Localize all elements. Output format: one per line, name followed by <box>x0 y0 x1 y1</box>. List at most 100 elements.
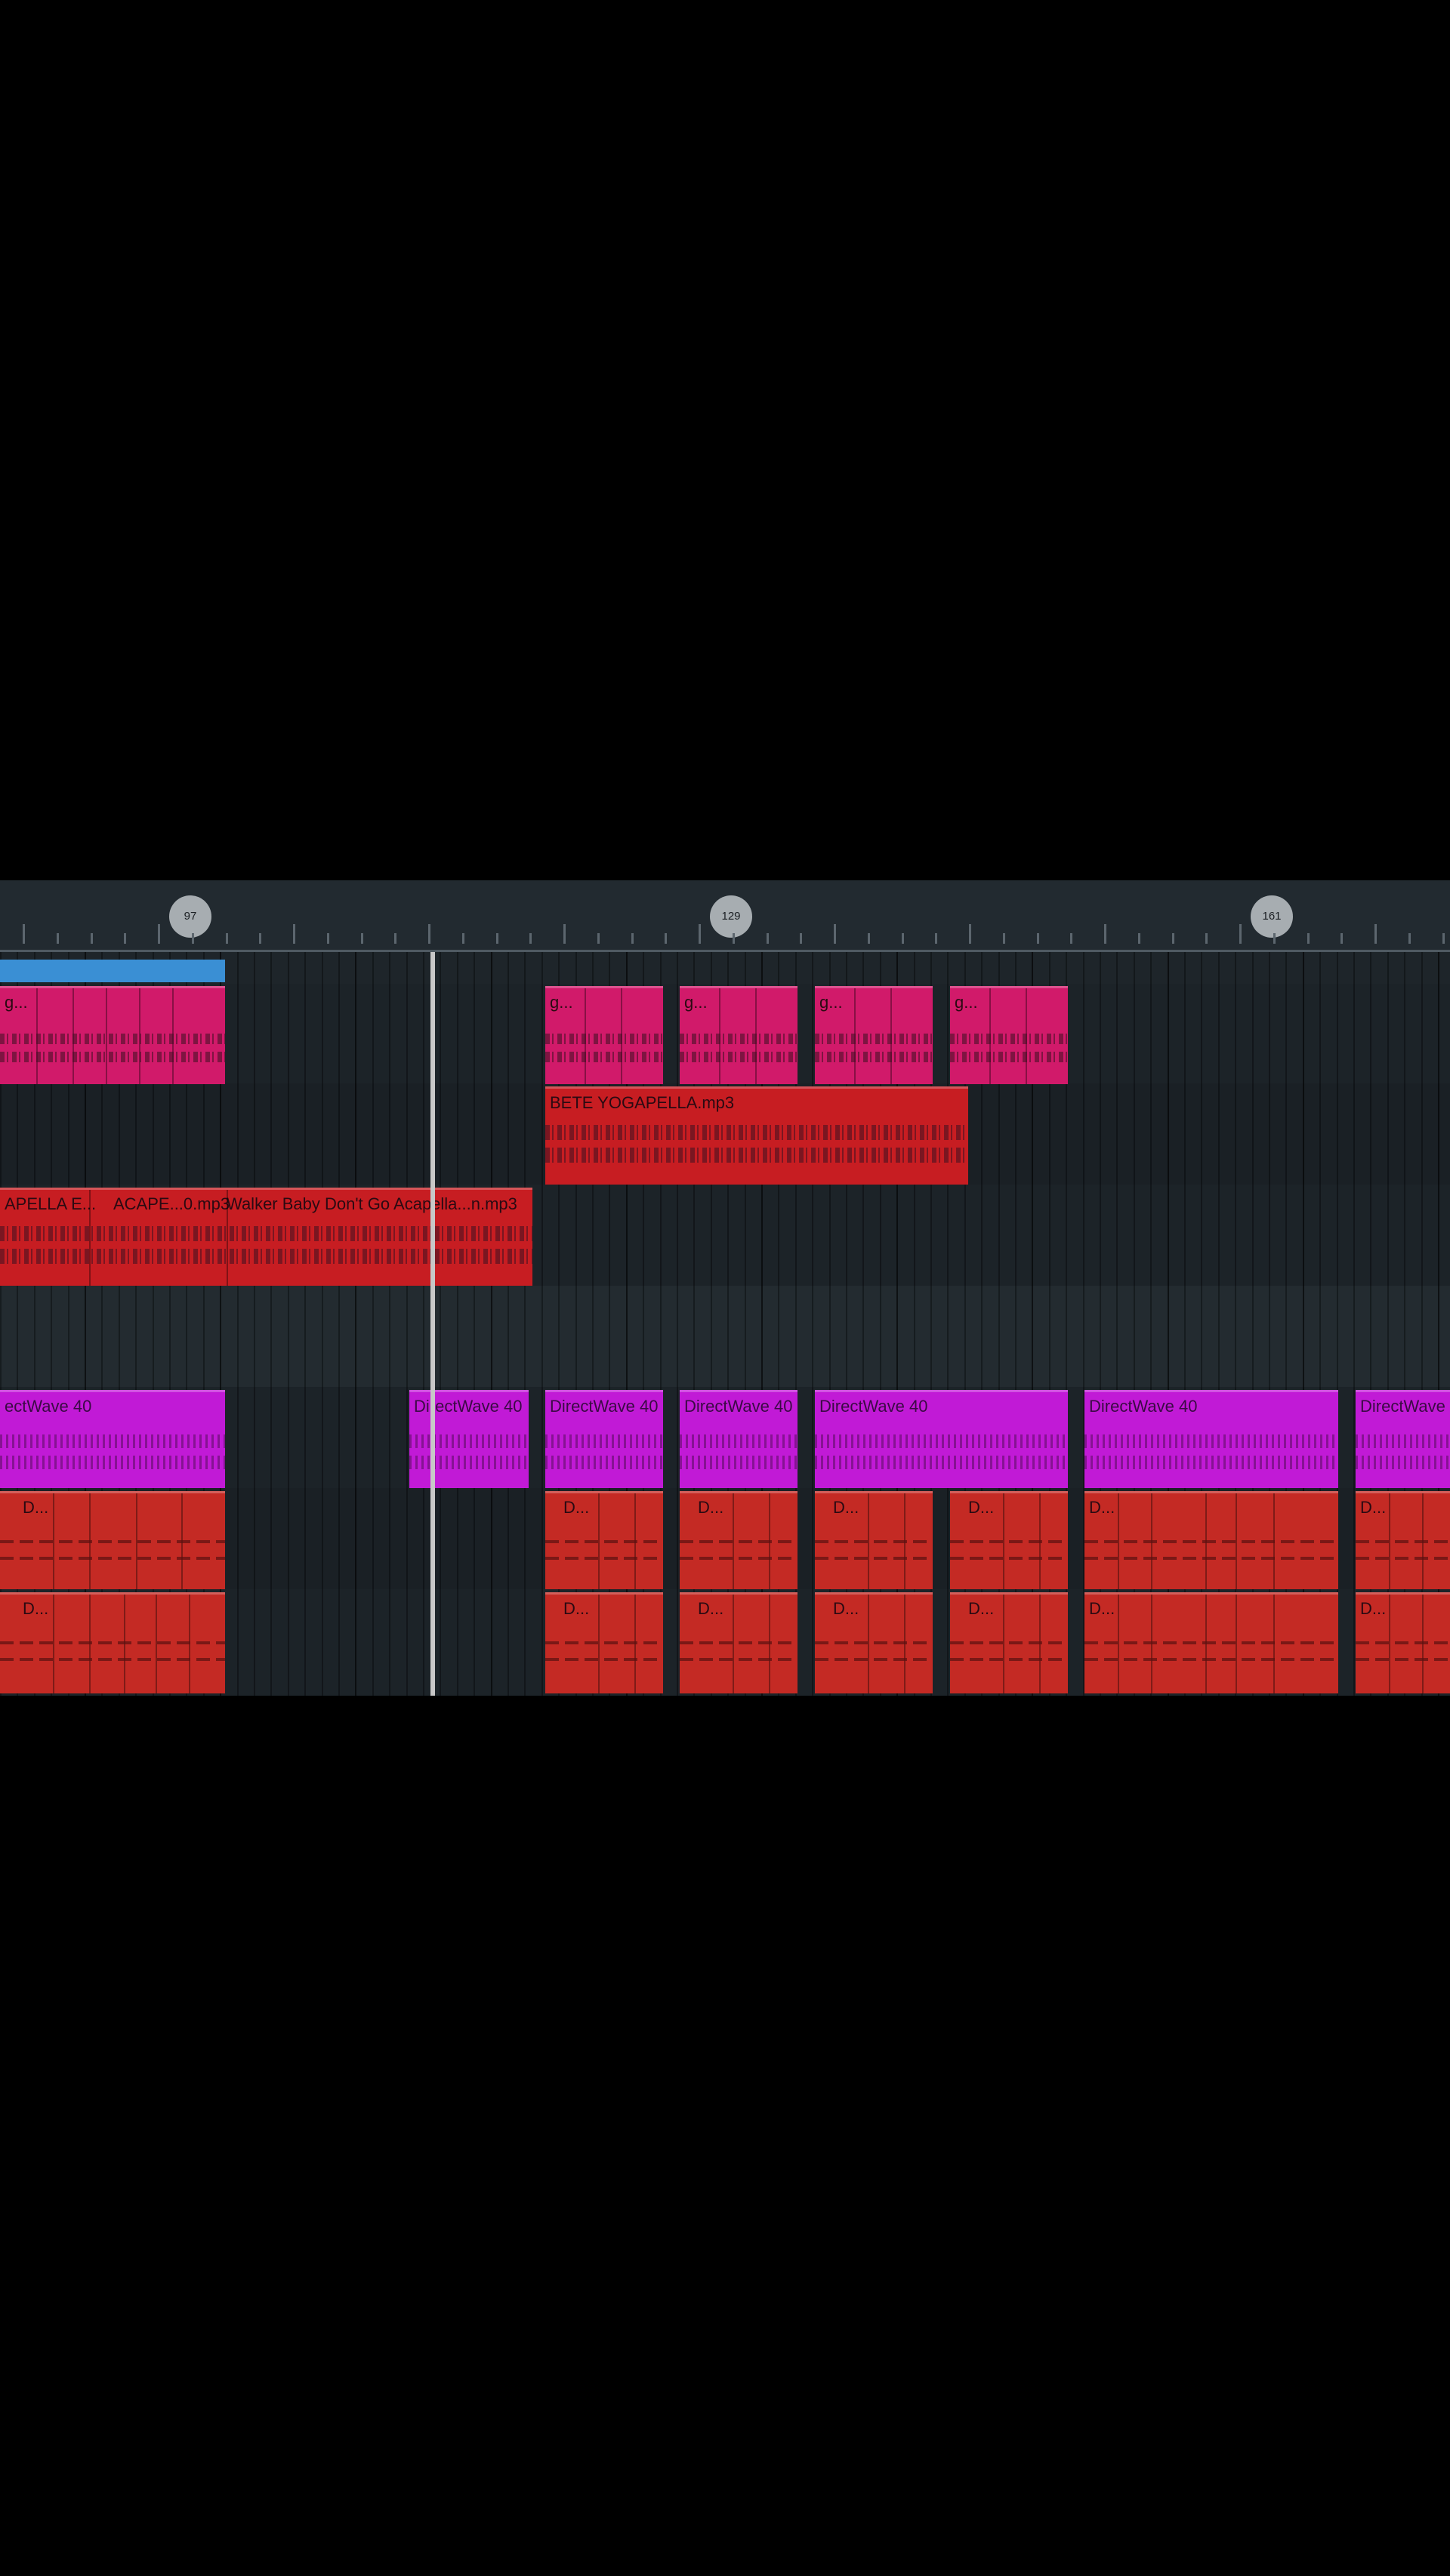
grid-line <box>474 952 476 1696</box>
bar-marker-129[interactable]: 129 <box>710 895 752 938</box>
grid-line <box>440 952 442 1696</box>
ruler-tick <box>1273 933 1276 944</box>
ruler-tick <box>1171 933 1174 944</box>
pattern-clip-pink[interactable]: g... <box>545 986 663 1084</box>
ruler-tick <box>326 933 329 944</box>
grid-line <box>456 952 458 1696</box>
ruler-tick <box>1340 933 1344 944</box>
ruler-tick <box>158 924 160 944</box>
pattern-clip-directwave[interactable]: DirectWave <box>1356 1390 1450 1488</box>
grid-line <box>490 952 492 1696</box>
ruler-tick <box>1070 933 1073 944</box>
pattern-clip-drum[interactable]: D... <box>1356 1592 1450 1693</box>
ruler-tick <box>394 933 397 944</box>
pattern-clip-pink[interactable]: g... <box>950 986 1068 1084</box>
ruler-tick <box>1307 933 1310 944</box>
clip-label: D... <box>968 1498 995 1517</box>
clip-label: DirectWave 40 <box>819 1397 928 1416</box>
grid-line <box>321 952 323 1696</box>
track-lane-5[interactable] <box>0 1286 1450 1387</box>
ruler-tick <box>1205 933 1208 944</box>
grid-line <box>236 952 239 1696</box>
grid-line <box>406 952 408 1696</box>
clip-label: D... <box>1360 1498 1387 1517</box>
pattern-clip-directwave[interactable]: DirectWave 40 <box>1084 1390 1338 1488</box>
grid-line <box>812 952 814 1696</box>
ruler-tick <box>935 933 938 944</box>
timeline-ruler[interactable]: 97 129 161 <box>0 880 1450 950</box>
playlist-view: 97 129 161 g... g... g... g... g... BETE… <box>0 880 1450 1696</box>
grid-line <box>338 952 340 1696</box>
ruler-tick <box>1408 933 1411 944</box>
playhead[interactable] <box>430 952 435 1696</box>
clip-label: D... <box>563 1599 590 1618</box>
clip-label: D... <box>1360 1599 1387 1618</box>
pattern-clip-drum[interactable]: D... <box>0 1592 225 1693</box>
pattern-clip-drum[interactable]: D... <box>950 1491 1068 1589</box>
clip-label: ACAPE...0.mp3 <box>113 1194 230 1213</box>
pattern-clip-drum[interactable]: D... <box>545 1491 663 1589</box>
grid-line <box>389 952 391 1696</box>
clip-label: g... <box>955 993 978 1012</box>
grid-line <box>304 952 307 1696</box>
ruler-tick <box>124 933 127 944</box>
ruler-tick <box>293 924 295 944</box>
clip-label: DirectWave 40 <box>684 1397 793 1416</box>
pattern-clip-directwave[interactable]: DirectWave 40 <box>409 1390 529 1488</box>
pattern-clip-directwave[interactable]: DirectWave 40 <box>815 1390 1068 1488</box>
audio-clip[interactable]: BETE YOGAPELLA.mp3 <box>545 1086 968 1185</box>
ruler-tick <box>699 924 701 944</box>
pattern-clip-drum[interactable]: D... <box>0 1491 225 1589</box>
ruler-tick <box>1442 933 1445 944</box>
clip-label: g... <box>684 993 708 1012</box>
clip-label: DirectWave 40 <box>1089 1397 1198 1416</box>
track-area[interactable]: g... g... g... g... g... BETE YOGAPELLA.… <box>0 952 1450 1696</box>
pattern-clip-drum[interactable]: D... <box>1356 1491 1450 1589</box>
pattern-clip-pink[interactable]: g... <box>0 986 225 1084</box>
audio-clip[interactable]: APELLA E... ACAPE...0.mp3 Walker Baby Do… <box>0 1188 532 1286</box>
pattern-clip-drum[interactable]: D... <box>680 1592 798 1693</box>
clip-label: ectWave 40 <box>5 1397 92 1416</box>
pattern-clip-drum[interactable]: D... <box>1084 1491 1338 1589</box>
pattern-clip-drum[interactable]: D... <box>815 1491 933 1589</box>
ruler-tick <box>1137 933 1140 944</box>
pattern-clip-drum[interactable]: D... <box>1084 1592 1338 1693</box>
ruler-tick <box>259 933 262 944</box>
pattern-clip-drum[interactable]: D... <box>950 1592 1068 1693</box>
pattern-clip-drum[interactable]: D... <box>545 1592 663 1693</box>
pattern-clip-drum[interactable]: D... <box>680 1491 798 1589</box>
pattern-clip-directwave[interactable]: DirectWave 40 <box>545 1390 663 1488</box>
pattern-clip-blue[interactable] <box>0 960 225 982</box>
ruler-tick <box>1002 933 1005 944</box>
clip-label: APELLA E... <box>5 1194 97 1213</box>
pattern-clip-directwave[interactable]: ectWave 40 <box>0 1390 225 1488</box>
grid-line <box>254 952 255 1696</box>
ruler-tick <box>1239 924 1242 944</box>
clip-label: g... <box>550 993 573 1012</box>
ruler-tick <box>597 933 600 944</box>
bar-marker-161[interactable]: 161 <box>1251 895 1293 938</box>
grid-line <box>423 952 424 1696</box>
grid-line <box>287 952 289 1696</box>
grid-line <box>508 952 509 1696</box>
pattern-clip-pink[interactable]: g... <box>815 986 933 1084</box>
pattern-clip-directwave[interactable]: DirectWave 40 <box>680 1390 798 1488</box>
ruler-tick <box>1374 924 1377 944</box>
ruler-tick <box>90 933 93 944</box>
clip-label: D... <box>23 1599 49 1618</box>
pattern-clip-pink[interactable]: g... <box>680 986 798 1084</box>
grid-line <box>524 952 526 1696</box>
ruler-tick <box>191 933 194 944</box>
ruler-tick <box>665 933 668 944</box>
clip-label: D... <box>698 1498 724 1517</box>
bar-marker-97[interactable]: 97 <box>169 895 211 938</box>
grid-line <box>270 952 273 1696</box>
clip-label: BETE YOGAPELLA.mp3 <box>550 1093 735 1112</box>
ruler-tick <box>901 933 904 944</box>
clip-label: g... <box>819 993 843 1012</box>
pattern-clip-drum[interactable]: D... <box>815 1592 933 1693</box>
clip-label: D... <box>968 1599 995 1618</box>
ruler-tick <box>800 933 803 944</box>
ruler-tick <box>563 924 566 944</box>
ruler-tick <box>461 933 464 944</box>
